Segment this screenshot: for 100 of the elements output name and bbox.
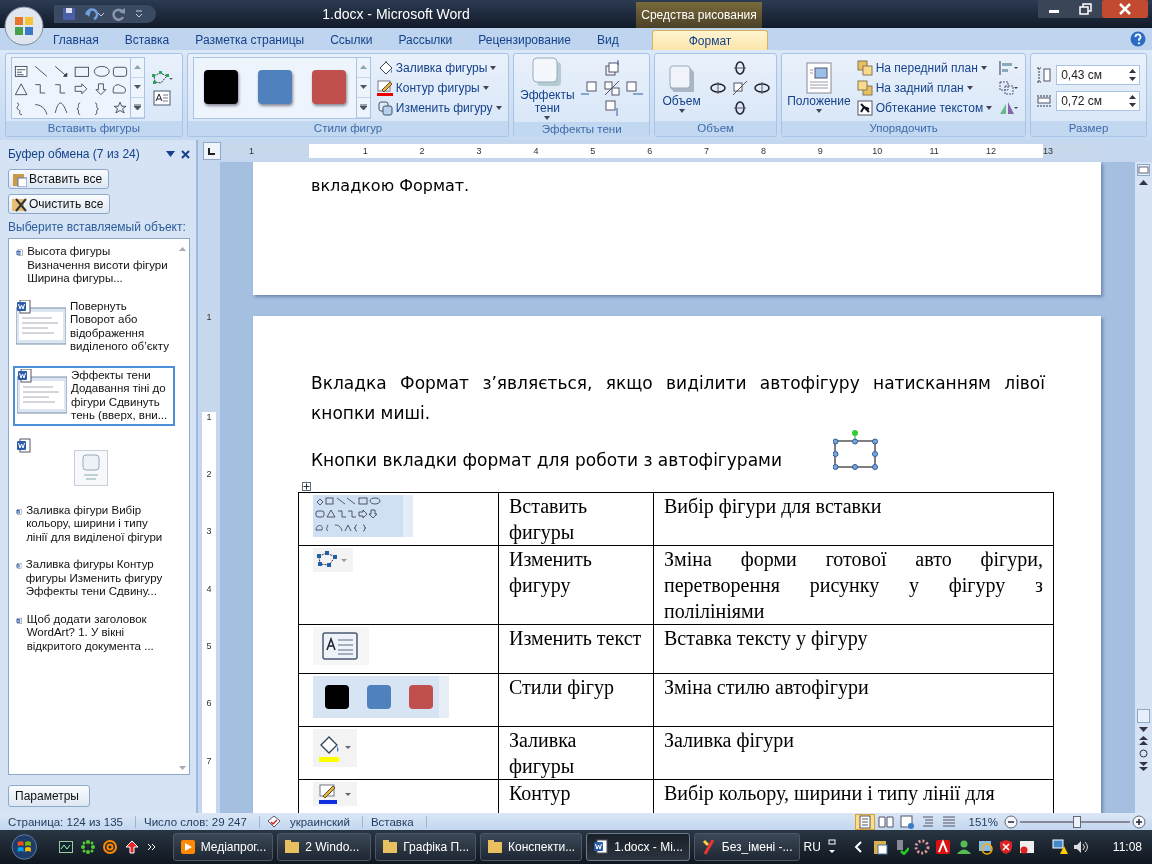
scroll-down-icon[interactable] — [134, 85, 141, 89]
view-button[interactable] — [875, 813, 896, 830]
monitor-icon[interactable] — [58, 840, 73, 854]
volume-button[interactable]: Объем — [660, 62, 704, 113]
ribbon-tab[interactable]: Ссылки — [330, 30, 373, 50]
blocked-window-icon[interactable] — [1018, 839, 1035, 855]
proofing-icon[interactable] — [265, 814, 282, 829]
taskbar-button[interactable]: Конспекти... — [480, 833, 583, 861]
slider-thumb[interactable] — [1073, 815, 1082, 828]
zoom-out-icon[interactable] — [1004, 814, 1018, 829]
spin-field[interactable]: 0,72 см — [1056, 90, 1141, 111]
volume-toggle-icon[interactable] — [731, 79, 750, 96]
customize-icon[interactable] — [134, 9, 144, 19]
position-button[interactable]: Положение — [787, 62, 851, 113]
previous-page-icon[interactable] — [1139, 736, 1148, 745]
dropdown-icon[interactable] — [166, 151, 175, 157]
language-indicator[interactable]: RU — [803, 840, 821, 854]
caret-icon[interactable] — [986, 105, 993, 110]
menu-button[interactable]: На передний план — [856, 59, 993, 76]
close-icon[interactable] — [1102, 0, 1148, 18]
caret-icon[interactable] — [495, 105, 502, 110]
more-icon[interactable] — [359, 104, 367, 110]
clock[interactable]: 11:08 — [1112, 840, 1142, 854]
spin-field[interactable]: 0,43 см — [1056, 64, 1141, 85]
align-icon[interactable] — [998, 59, 1021, 76]
close-icon[interactable] — [181, 149, 190, 159]
help-icon[interactable] — [1130, 31, 1146, 47]
tilt-right-icon[interactable] — [753, 79, 772, 96]
taskbar-button[interactable]: 1.docx - Mi... — [586, 833, 690, 861]
shadow-toggle-icon[interactable] — [603, 80, 622, 96]
up-arrow-icon[interactable] — [124, 840, 139, 854]
ribbon-tab[interactable]: Рецензирование — [478, 30, 571, 50]
taskbar-button[interactable]: Медіапрог... — [172, 833, 274, 861]
clipboard-item[interactable]: Повернуть Поворот або відображення виділеного об’єкту — [13, 297, 175, 356]
pane-button[interactable]: Вставить все — [8, 169, 110, 189]
status-item[interactable]: украинский — [281, 815, 363, 828]
caret-icon[interactable] — [815, 109, 822, 113]
menu-button[interactable]: Обтекание текстом — [856, 99, 993, 116]
vertical-ruler[interactable]: 1 1 2 3 4 5 6 7 — [198, 162, 220, 813]
ribbon-tab[interactable]: Разметка страницы — [195, 30, 305, 50]
minimize-icon[interactable] — [1038, 0, 1070, 18]
caret-icon[interactable] — [980, 65, 987, 70]
caret-icon[interactable] — [490, 65, 497, 70]
view-button[interactable] — [854, 813, 875, 830]
taskbar-button[interactable]: 2 Windo... — [277, 833, 372, 861]
ribbon-tab[interactable]: Вставка — [124, 30, 170, 50]
clipboard-item[interactable]: Щоб додати заголовок WordArt? 1. У вікні відкритого документа ... — [13, 610, 175, 655]
spinner-arrows-icon[interactable] — [1129, 93, 1137, 108]
speaker-icon[interactable] — [1072, 839, 1089, 855]
menu-button[interactable]: Контур фигуры — [376, 79, 502, 96]
browse-object-icon[interactable] — [1139, 749, 1148, 758]
ribbon-tab[interactable]: Вид — [596, 30, 619, 50]
menu-button[interactable]: Заливка фигуры — [376, 59, 502, 76]
caret-icon[interactable] — [482, 85, 489, 90]
scroll-down-icon[interactable] — [359, 85, 367, 89]
ribbon-tab[interactable]: Формат — [651, 30, 769, 50]
redo-icon[interactable] — [112, 7, 126, 21]
status-item[interactable]: Число слов: 29 247 — [136, 815, 260, 828]
next-page-icon[interactable] — [1139, 762, 1148, 771]
undo-icon[interactable] — [84, 7, 104, 21]
tab-selector-icon[interactable] — [203, 142, 221, 160]
ribbon-tab[interactable]: Рассылки — [398, 30, 453, 50]
shield-icon[interactable] — [997, 839, 1014, 855]
style-swatch[interactable] — [257, 69, 292, 104]
tilt-left-icon[interactable] — [709, 79, 728, 96]
scroll-up-icon[interactable] — [1139, 180, 1148, 185]
clipboard-icon[interactable] — [871, 839, 888, 855]
ribbon-tab[interactable]: Главная — [53, 30, 99, 50]
menu-button[interactable]: На задний план — [856, 79, 993, 96]
clipboard-item[interactable]: Высота фигуры Визначення висоти фігури Ширина фигуры... — [13, 243, 175, 288]
flower-icon[interactable] — [80, 840, 95, 854]
status-item[interactable]: Вставка — [362, 815, 427, 828]
edit-shape-icon[interactable] — [151, 69, 173, 86]
zoom-slider[interactable] — [1020, 814, 1130, 829]
spinner-arrows-icon[interactable] — [1129, 67, 1137, 82]
more-icon[interactable] — [134, 104, 141, 110]
taskbar-button[interactable]: Графіка П... — [375, 833, 477, 861]
scroll-down-icon[interactable] — [1139, 727, 1148, 732]
user-icon[interactable] — [955, 839, 972, 855]
restore-icon[interactable] — [1070, 0, 1102, 18]
table-move-handle-icon[interactable] — [302, 482, 311, 491]
clipboard-item[interactable]: Заливка фигуры Контур фигуры Изменить фигуру Эффекты тени Сдвину... — [13, 556, 175, 601]
taskbar-button[interactable]: Без_імені -... — [693, 833, 800, 861]
nudge-up-icon[interactable] — [603, 60, 622, 76]
zoom-in-icon[interactable] — [1132, 814, 1146, 829]
network-warning-icon[interactable] — [1051, 839, 1068, 855]
zoom-level[interactable]: 151% — [968, 815, 998, 828]
caret-icon[interactable] — [678, 109, 685, 113]
text-box-icon[interactable] — [153, 89, 171, 106]
scroll-thumb[interactable] — [1137, 709, 1150, 723]
clipboard-item[interactable]: Заливка фігури Вибір кольору, ширини і типу лінії для виділеної фігури — [13, 501, 175, 546]
clipboard-item[interactable]: Эффекты тени Додавання тіні до фігури Сдвинуть тень (вверх, вни... — [13, 365, 175, 426]
status-item[interactable]: Страница: 124 из 135 — [0, 815, 136, 828]
caret-icon[interactable] — [966, 85, 973, 90]
options-button[interactable]: Параметры — [8, 785, 90, 807]
shadow-effects-button[interactable]: Эффекты тени — [519, 56, 576, 120]
save-icon[interactable] — [62, 7, 76, 21]
style-swatch[interactable] — [203, 69, 238, 104]
pane-button[interactable]: Очистить все — [8, 194, 111, 214]
style-swatch[interactable] — [311, 69, 346, 104]
